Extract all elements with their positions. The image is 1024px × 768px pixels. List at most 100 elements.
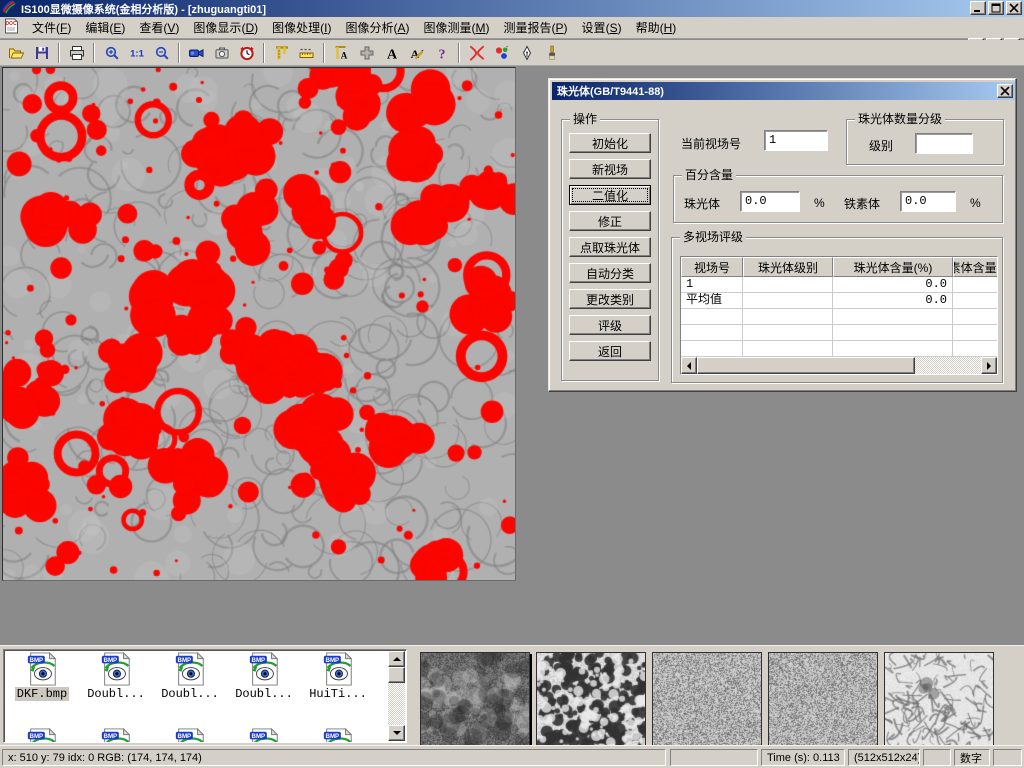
table-row[interactable]: 10.0 <box>681 277 997 293</box>
current-field-input[interactable]: 1 <box>764 130 828 151</box>
file-item[interactable] <box>154 728 226 743</box>
maximize-button[interactable] <box>988 1 1004 15</box>
cell <box>953 309 998 325</box>
scroll-up-button[interactable] <box>388 651 405 667</box>
thumbnail-4[interactable] <box>768 652 878 746</box>
ruler-measure-button[interactable] <box>294 42 319 64</box>
menu-item-report[interactable]: 测量报告(P) <box>497 16 575 39</box>
scroll-left-button[interactable] <box>681 357 697 374</box>
thumbnail-2[interactable] <box>536 652 646 746</box>
cell <box>743 309 833 325</box>
pearlite-percent-input[interactable]: 0.0 <box>740 191 800 212</box>
micrograph-image[interactable] <box>2 67 516 581</box>
close-button[interactable] <box>1006 1 1022 15</box>
menu-item-view[interactable]: 查看(V) <box>132 16 186 39</box>
file-name: Doubl... <box>159 687 221 701</box>
menu-item-edit[interactable]: 编辑(E) <box>78 16 132 39</box>
curve-tool-button[interactable] <box>464 42 489 64</box>
thumbnail-1[interactable] <box>420 652 530 746</box>
grade-input[interactable] <box>915 133 973 154</box>
file-name: Doubl... <box>233 687 295 701</box>
toolbar-separator <box>323 43 325 63</box>
file-item[interactable] <box>228 728 300 743</box>
thumbnail-5[interactable] <box>884 652 994 746</box>
text-tool-button[interactable]: A <box>379 42 404 64</box>
timer-button[interactable] <box>234 42 259 64</box>
svg-text:A: A <box>386 47 397 61</box>
file-item[interactable]: Doubl... <box>154 652 226 701</box>
ferrite-percent-input[interactable]: 0.0 <box>900 191 956 212</box>
annotation-edit-button[interactable]: A <box>404 42 429 64</box>
file-item[interactable]: DKF.bmp <box>6 652 78 701</box>
label-measure-button[interactable]: A <box>329 42 354 64</box>
zoom-out-icon <box>154 45 170 61</box>
rate-button[interactable]: 评级 <box>569 315 651 335</box>
file-item[interactable] <box>302 728 374 743</box>
scrollbar-thumb[interactable] <box>388 667 405 683</box>
pick-pearlite-button[interactable]: 点取珠光体 <box>569 237 651 257</box>
ruler-icon <box>298 45 315 61</box>
letter-a-pencil-icon: A <box>408 45 425 61</box>
print-button[interactable] <box>64 42 89 64</box>
zoom-in-button[interactable] <box>99 42 124 64</box>
scroll-down-button[interactable] <box>388 725 405 741</box>
file-item[interactable]: Doubl... <box>228 652 300 701</box>
help-button[interactable]: ? <box>429 42 454 64</box>
caliper-measure-button[interactable] <box>269 42 294 64</box>
col-pearlite-grade: 珠光体级别 <box>743 257 833 277</box>
thumbnail-3[interactable] <box>652 652 762 746</box>
file-item[interactable] <box>6 728 78 743</box>
dialog-titlebar[interactable]: 珠光体(GB/T9441-88) <box>552 82 1015 100</box>
snapshot-button[interactable] <box>209 42 234 64</box>
file-name: Doubl... <box>85 687 147 701</box>
minimize-button[interactable] <box>970 1 986 15</box>
cell: 0.0 <box>833 293 953 309</box>
bmp-file-icon <box>321 728 355 743</box>
fill-tool-button[interactable] <box>539 42 564 64</box>
binarize-button[interactable]: 二值化 <box>569 185 651 205</box>
open-file-button[interactable] <box>4 42 29 64</box>
dialog-close-button[interactable] <box>997 84 1013 98</box>
image-merge-button[interactable] <box>354 42 379 64</box>
file-item[interactable]: Doubl... <box>80 652 152 701</box>
scrollbar-track[interactable] <box>915 357 981 374</box>
scrollbar-track[interactable] <box>388 683 405 725</box>
menu-item-image-measure[interactable]: 图像测量(M) <box>417 16 497 39</box>
scroll-right-button[interactable] <box>981 357 997 374</box>
video-capture-button[interactable] <box>184 42 209 64</box>
menu-item-image-display[interactable]: 图像显示(D) <box>186 16 265 39</box>
return-button[interactable]: 返回 <box>569 341 651 361</box>
initialize-button[interactable]: 初始化 <box>569 133 651 153</box>
cursor-position-status: x: 510 y: 79 idx: 0 RGB: (174, 174, 174) <box>2 749 666 766</box>
menu-item-file[interactable]: 文件(F) <box>25 16 78 39</box>
menu-item-help[interactable]: 帮助(H) <box>629 16 684 39</box>
down-arrow-icon <box>393 731 401 739</box>
file-item[interactable]: HuiTi... <box>302 652 374 701</box>
file-item[interactable] <box>80 728 152 743</box>
close-icon <box>1000 86 1010 96</box>
scrollbar-thumb[interactable] <box>697 357 915 374</box>
table-row[interactable]: 平均值0.0 <box>681 293 997 309</box>
menu-item-image-process[interactable]: 图像处理(I) <box>265 16 338 39</box>
pen-tool-button[interactable] <box>514 42 539 64</box>
new-field-button[interactable]: 新视场 <box>569 159 651 179</box>
zoom-out-button[interactable] <box>149 42 174 64</box>
correct-button[interactable]: 修正 <box>569 211 651 231</box>
phase-marker-button[interactable] <box>489 42 514 64</box>
table-horizontal-scrollbar[interactable] <box>681 357 997 374</box>
cell <box>743 325 833 341</box>
document-icon[interactable]: DOC <box>4 18 19 37</box>
actual-size-button[interactable]: 1:1 <box>124 42 149 64</box>
cell <box>681 309 743 325</box>
file-browser-scrollbar[interactable] <box>388 651 405 741</box>
menu-item-settings[interactable]: 设置(S) <box>575 16 629 39</box>
auto-classify-button[interactable]: 自动分类 <box>569 263 651 283</box>
cell <box>681 325 743 341</box>
right-arrow-icon <box>987 362 995 370</box>
cell <box>953 341 998 357</box>
menu-item-image-analysis[interactable]: 图像分析(A) <box>338 16 416 39</box>
multi-field-group: 多视场评级 视场号 珠光体级别 珠光体含量(%) 铁素体含量(%) 10.0 平… <box>671 237 1003 383</box>
save-button[interactable] <box>29 42 54 64</box>
grade-label: 级别 <box>869 137 893 154</box>
change-class-button[interactable]: 更改类别 <box>569 289 651 309</box>
